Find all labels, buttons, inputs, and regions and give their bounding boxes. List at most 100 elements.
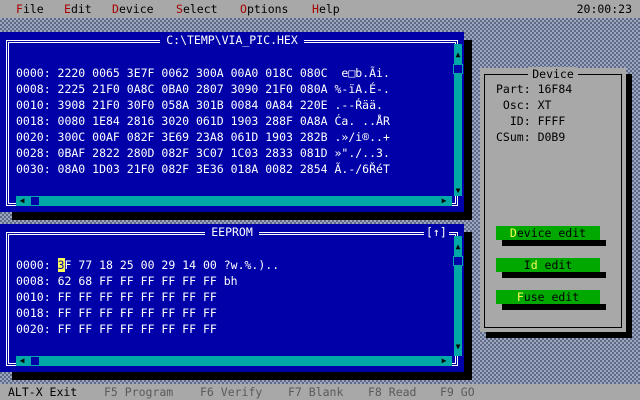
hex-line[interactable]: 0018: 0080 1E84 2816 3020 061D 1903 288F…	[16, 114, 390, 128]
menu-options-hotkey: O	[240, 2, 247, 16]
hex-scroll-left-arrow-icon[interactable]: ◀	[18, 196, 26, 206]
menu-file-hotkey: F	[16, 2, 23, 16]
menu-options-label: ptions	[246, 2, 289, 16]
hex-window[interactable]: C:\TEMP\VIA_PIC.HEX 0000: 2220 0065 3E7F…	[0, 32, 464, 212]
clock: 20:00:23	[576, 2, 632, 16]
device-id-value: FFFF	[537, 114, 566, 128]
menu-help-label: elp	[318, 2, 340, 16]
eeprom-address: 0010:	[16, 290, 51, 304]
hex-line[interactable]: 0030: 08A0 1D03 21F0 082F 3E36 018A 0082…	[16, 162, 390, 176]
device-part-label: Part:	[496, 82, 531, 96]
eeprom-bytes[interactable]: FF FF FF FF FF FF FF FF	[58, 290, 217, 304]
menu-file[interactable]: File	[16, 2, 44, 16]
id-edit-hotkey: d	[530, 258, 538, 272]
status-f9-go[interactable]: F9 GO	[440, 385, 475, 399]
device-panel-shadow	[486, 332, 632, 338]
hex-line[interactable]: 0020: 300C 00AF 082F 3E69 23A8 061D 1903…	[16, 130, 390, 144]
hex-vertical-scroll-thumb[interactable]	[453, 64, 463, 74]
hex-line[interactable]: 0010: 3908 21F0 30F0 058A 301B 0084 0A84…	[16, 98, 383, 112]
eeprom-window[interactable]: EEPROM [↑] 0000: 3F 77 18 25 00 29 14 00…	[0, 224, 464, 372]
device-csum-label: CSum:	[496, 130, 531, 144]
device-osc-row: Osc: XT	[496, 98, 552, 112]
hex-window-title-text: C:\TEMP\VIA_PIC.HEX	[160, 33, 304, 47]
hex-horizontal-scrollbar[interactable]	[16, 196, 452, 206]
eeprom-horizontal-scrollbar[interactable]	[16, 356, 452, 366]
hex-window-shadow-right	[464, 40, 472, 220]
hex-scroll-right-arrow-icon[interactable]: ▶	[440, 196, 448, 206]
hex-line[interactable]: 0000: 2220 0065 3E7F 0062 300A 00A0 018C…	[16, 66, 390, 80]
status-f5-program[interactable]: F5 Program	[104, 385, 173, 399]
menu-select-label: elect	[182, 2, 218, 16]
hex-window-shadow	[12, 212, 472, 220]
device-osc-value: XT	[537, 98, 552, 112]
menu-options[interactable]: Options	[240, 2, 288, 16]
eeprom-scroll-up-arrow-icon[interactable]: ▲	[454, 242, 462, 252]
eeprom-address: 0008:	[16, 274, 51, 288]
menu-device-hotkey: D	[112, 2, 119, 16]
device-csum-value: D0B9	[537, 130, 566, 144]
eeprom-vertical-scroll-thumb[interactable]	[453, 256, 463, 266]
eeprom-line[interactable]: 0020: FF FF FF FF FF FF FF FF	[16, 322, 217, 336]
menu-edit-label: dit	[70, 2, 92, 16]
status-alt-x-exit[interactable]: ALT-X Exit	[8, 385, 77, 399]
edit-cursor[interactable]: 3	[57, 258, 65, 272]
menu-device[interactable]: Device	[112, 2, 154, 16]
eeprom-bytes[interactable]: F 77 18 25 00 29 14 00 ?w.%.)..	[65, 258, 280, 272]
id-edit-button[interactable]: Id edit	[496, 258, 600, 272]
status-f7-blank[interactable]: F7 Blank	[288, 385, 343, 399]
device-edit-button[interactable]: Device edit	[496, 226, 600, 240]
menu-file-label: ile	[22, 2, 44, 16]
device-panel-shadow-right	[626, 74, 632, 338]
eeprom-line[interactable]: 0000: 3F 77 18 25 00 29 14 00 ?w.%.)..	[16, 258, 279, 272]
eeprom-vertical-scrollbar[interactable]	[454, 236, 462, 356]
eeprom-window-title: EEPROM	[0, 225, 464, 239]
menu-edit[interactable]: Edit	[64, 2, 92, 16]
status-f8-read[interactable]: F8 Read	[368, 385, 416, 399]
eeprom-scroll-right-arrow-icon[interactable]: ▶	[440, 356, 448, 366]
id-edit-prefix: I	[523, 258, 531, 272]
eeprom-scroll-down-arrow-icon[interactable]: ▼	[454, 342, 462, 352]
eeprom-line[interactable]: 0018: FF FF FF FF FF FF FF FF	[16, 306, 217, 320]
menu-select-hotkey: S	[176, 2, 183, 16]
eeprom-bytes[interactable]: FF FF FF FF FF FF FF FF	[58, 322, 217, 336]
hex-horizontal-scroll-thumb[interactable]	[30, 196, 40, 206]
fuse-edit-label: use edit	[523, 290, 580, 304]
device-id-label: ID:	[496, 114, 531, 128]
eeprom-scroll-marker[interactable]: [↑]	[424, 225, 449, 239]
device-panel: Device Part: 16F84 Osc: XT ID: FFFF CSum…	[480, 67, 626, 332]
device-osc-label: Osc:	[496, 98, 531, 112]
status-bar: ALT-X Exit F5 Program F6 Verify F7 Blank…	[0, 384, 640, 400]
eeprom-scroll-left-arrow-icon[interactable]: ◀	[18, 356, 26, 366]
eeprom-window-title-text: EEPROM	[205, 225, 259, 239]
menu-help[interactable]: Help	[312, 2, 340, 16]
eeprom-address: 0020:	[16, 322, 51, 336]
menu-select[interactable]: Select	[176, 2, 218, 16]
fuse-edit-button[interactable]: Fuse edit	[496, 290, 600, 304]
device-edit-hotkey: D	[509, 226, 517, 240]
eeprom-bytes[interactable]: 62 68 FF FF FF FF FF FF bh	[58, 274, 238, 288]
eeprom-horizontal-scroll-thumb[interactable]	[30, 356, 40, 366]
eeprom-window-shadow-right	[464, 232, 472, 380]
device-part-row: Part: 16F84	[496, 82, 572, 96]
eeprom-address: 0018:	[16, 306, 51, 320]
device-edit-button-shadow	[502, 240, 606, 246]
hex-line[interactable]: 0008: 2225 21F0 0A8C 0BA0 2807 3090 21F0…	[16, 82, 390, 96]
device-part-value: 16F84	[537, 82, 573, 96]
id-edit-button-shadow	[502, 272, 606, 278]
hex-line[interactable]: 0028: 0BAF 2822 280D 082F 3C07 1C03 2833…	[16, 146, 390, 160]
hex-scroll-up-arrow-icon[interactable]: ▲	[454, 50, 462, 60]
eeprom-line[interactable]: 0008: 62 68 FF FF FF FF FF FF bh	[16, 274, 238, 288]
status-f6-verify[interactable]: F6 Verify	[200, 385, 262, 399]
device-panel-title: Device	[480, 67, 626, 81]
menu-bar: File Edit Device Select Options Help 20:…	[0, 0, 640, 18]
device-id-row: ID: FFFF	[496, 114, 565, 128]
menu-device-label: evice	[118, 2, 154, 16]
eeprom-window-shadow	[12, 372, 472, 380]
eeprom-bytes[interactable]: FF FF FF FF FF FF FF FF	[58, 306, 217, 320]
hex-scroll-down-arrow-icon[interactable]: ▼	[454, 186, 462, 196]
hex-window-title: C:\TEMP\VIA_PIC.HEX	[0, 33, 464, 47]
eeprom-line[interactable]: 0010: FF FF FF FF FF FF FF FF	[16, 290, 217, 304]
menu-help-hotkey: H	[312, 2, 319, 16]
menu-edit-hotkey: E	[64, 2, 71, 16]
eeprom-address: 0000:	[16, 258, 51, 272]
